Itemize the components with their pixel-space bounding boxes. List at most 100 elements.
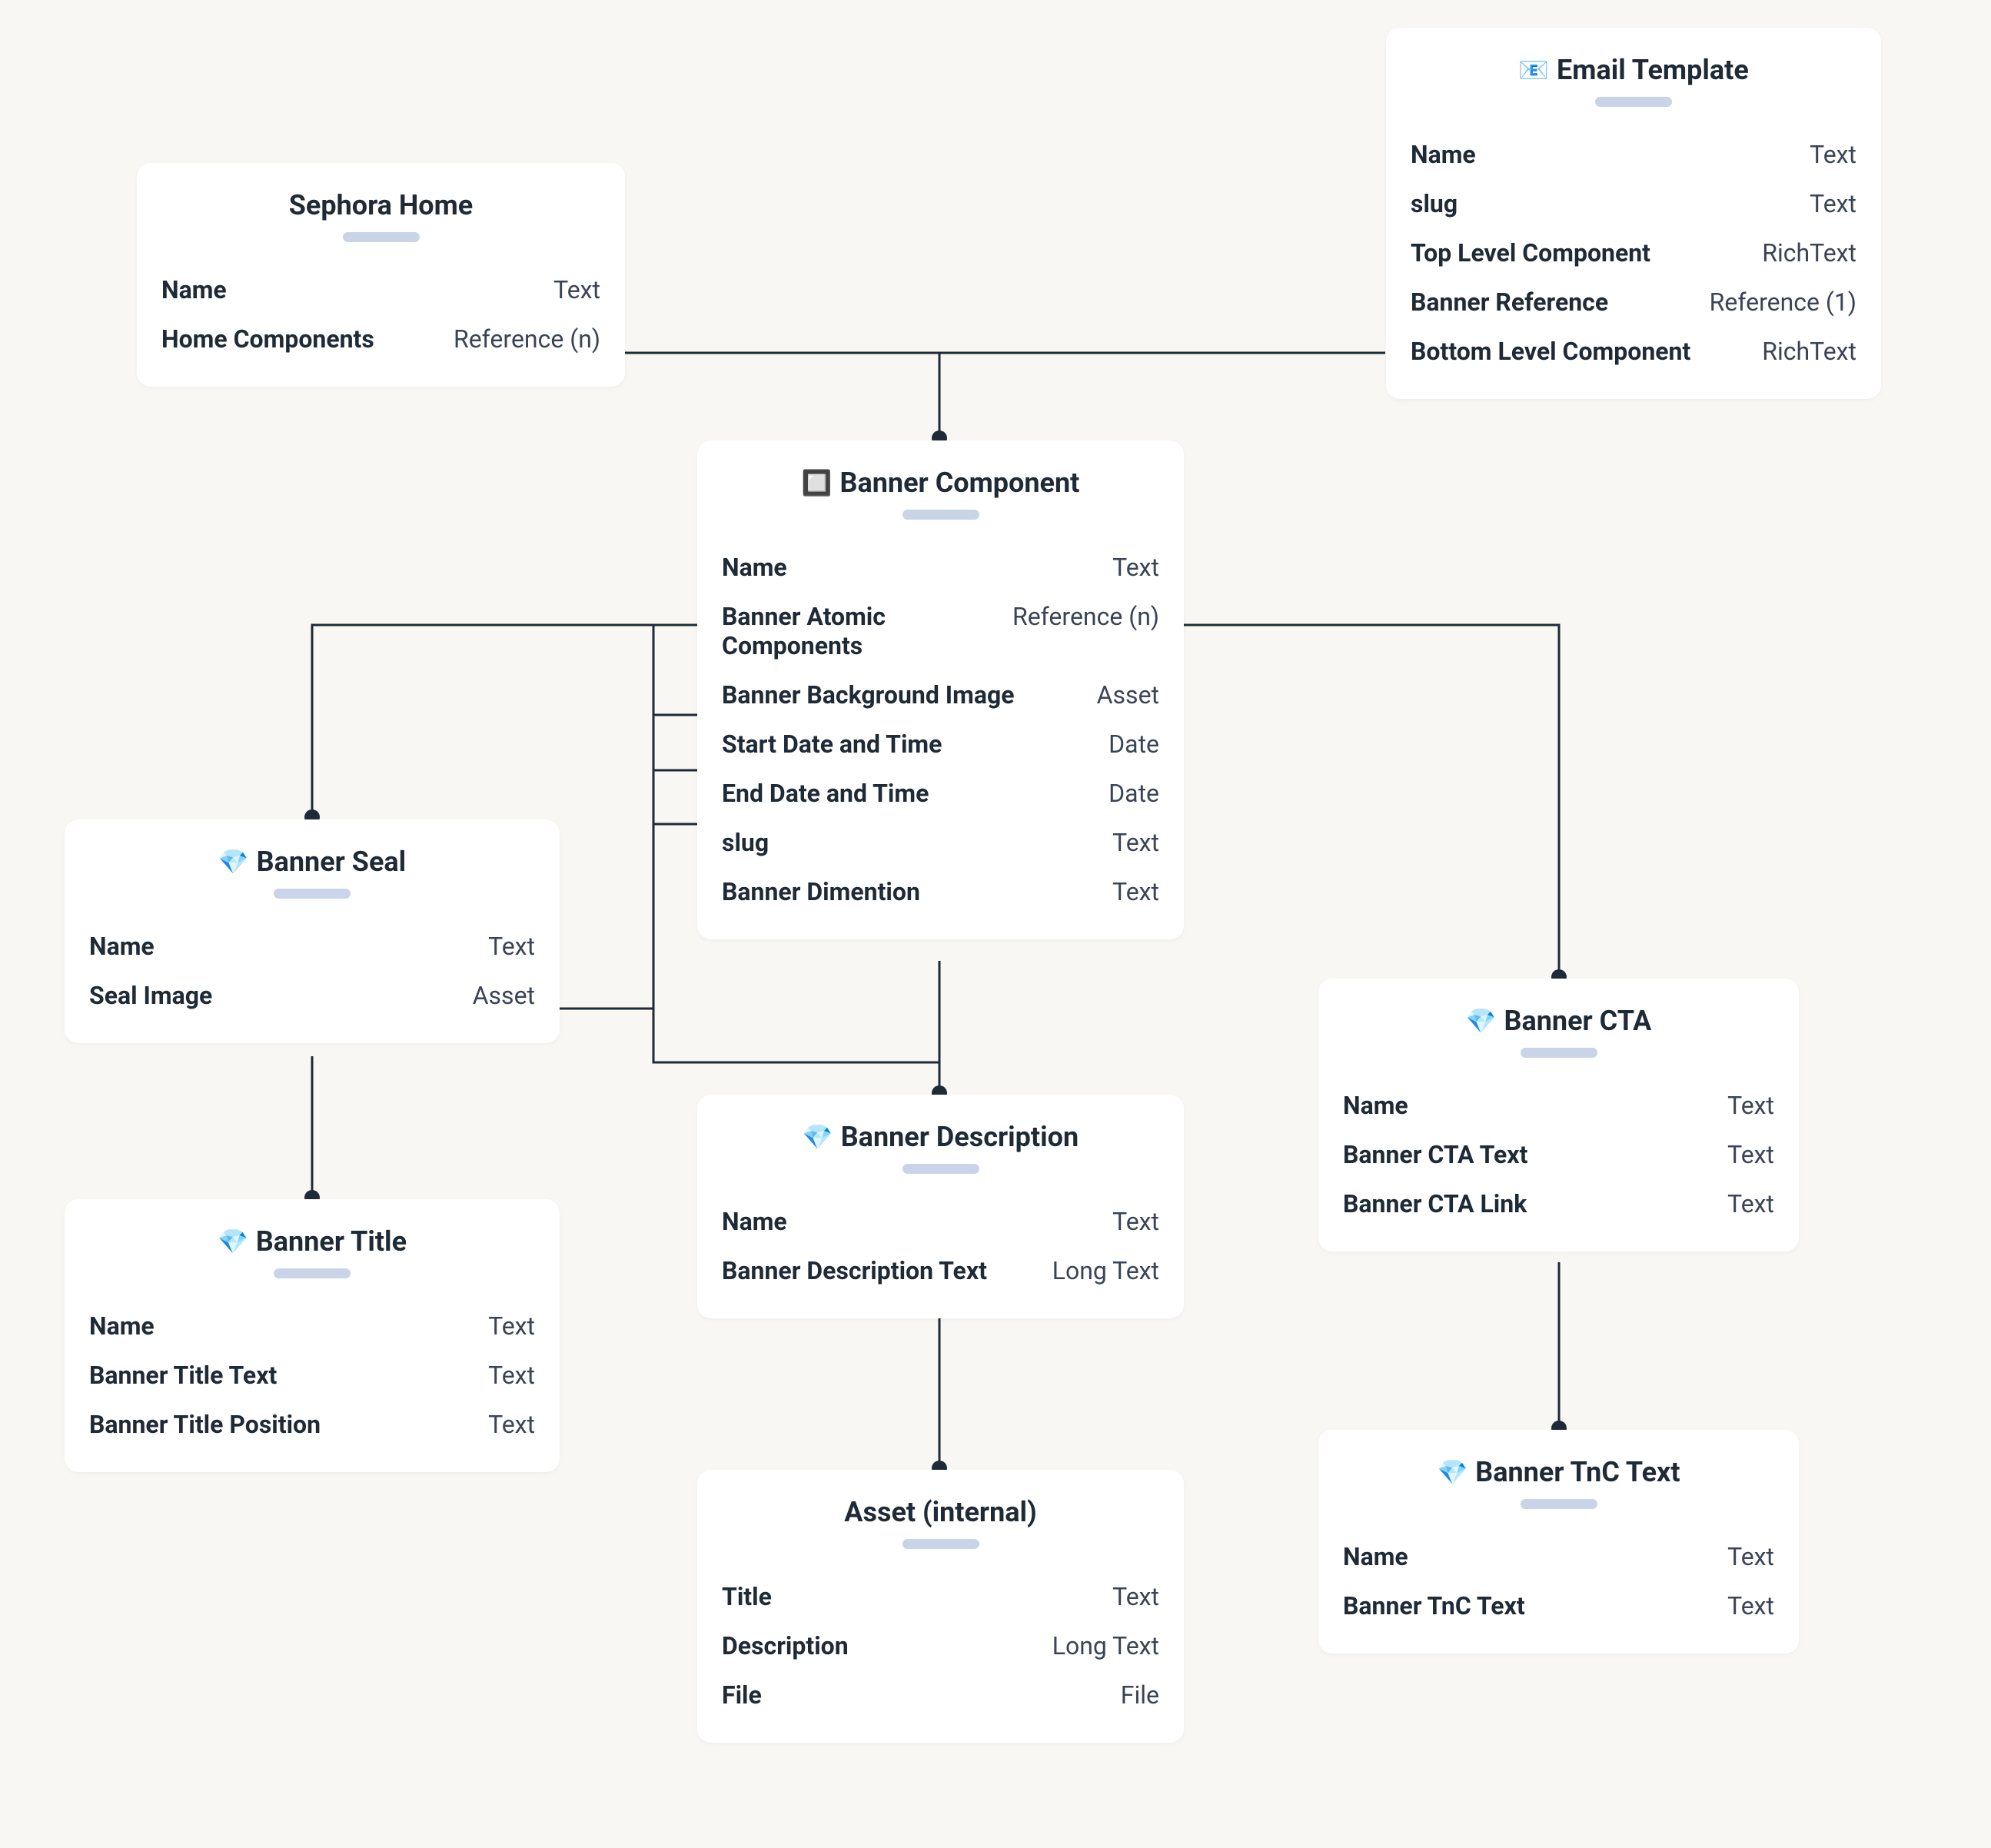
field-row[interactable]: Top Level ComponentRichText xyxy=(1411,228,1856,278)
node-title-text: Banner Component xyxy=(840,467,1080,499)
node-title: Asset (internal) xyxy=(722,1496,1159,1528)
field-type: Long Text xyxy=(1052,1256,1159,1285)
node-title: 💎 Banner Description xyxy=(722,1121,1159,1153)
field-row[interactable]: End Date and Time Date xyxy=(722,769,1159,818)
field-type: Text xyxy=(1112,553,1159,582)
field-name: Banner Description Text xyxy=(722,1256,987,1285)
field-row[interactable]: Banner CTA LinkText xyxy=(1343,1179,1774,1228)
diamond-icon: 💎 xyxy=(218,1229,248,1254)
field-list: TitleText Description Long Text File File xyxy=(722,1572,1159,1720)
field-row[interactable]: Banner Description Text Long Text xyxy=(722,1246,1159,1295)
field-row[interactable]: NameText xyxy=(1343,1532,1774,1581)
node-banner-component[interactable]: 🔲 Banner Component Name Text Banner Atomic… xyxy=(697,440,1184,939)
field-name: Banner CTA Link xyxy=(1343,1189,1527,1218)
node-banner-cta[interactable]: 💎 Banner CTA NameText Banner CTA Text Text… xyxy=(1318,979,1799,1251)
field-row[interactable]: Banner TnC TextText xyxy=(1343,1581,1774,1630)
diamond-icon: 💎 xyxy=(1466,1009,1497,1033)
field-row[interactable]: Name Text xyxy=(161,265,600,314)
field-row[interactable]: NameText xyxy=(89,922,535,971)
field-list: NameTextBanner TnC TextText xyxy=(1343,1532,1774,1630)
drag-handle[interactable] xyxy=(1521,1499,1597,1509)
field-name: Name xyxy=(722,553,787,582)
field-name: Name xyxy=(89,932,155,961)
field-name: Description xyxy=(722,1631,849,1660)
field-type: Text xyxy=(488,1311,535,1341)
node-banner-title[interactable]: 💎 Banner Title NameTextBanner Title Text… xyxy=(65,1199,560,1472)
field-type: Text xyxy=(553,275,600,304)
drag-handle[interactable] xyxy=(1595,97,1672,107)
field-row[interactable]: Banner Atomic ComponentsReference (n) xyxy=(722,592,1159,670)
drag-handle[interactable] xyxy=(902,510,979,520)
field-row[interactable]: NameText xyxy=(1411,130,1856,179)
field-type: RichText xyxy=(1762,337,1856,366)
node-title: Sephora Home xyxy=(161,189,600,221)
node-asset-internal[interactable]: Asset (internal) TitleText Description Lon… xyxy=(697,1470,1184,1743)
field-type: Text xyxy=(1727,1140,1774,1169)
node-banner-seal[interactable]: 💎 Banner Seal NameTextSeal ImageAsset xyxy=(65,819,560,1043)
drag-handle[interactable] xyxy=(1521,1048,1597,1058)
node-banner-description[interactable]: 💎 Banner Description NameTextBanner Desc… xyxy=(697,1095,1184,1318)
field-row[interactable]: Description Long Text xyxy=(722,1621,1159,1670)
field-row[interactable]: NameText xyxy=(1343,1081,1774,1130)
drag-handle[interactable] xyxy=(902,1539,979,1549)
field-list: NameText Banner CTA Text Text Banner CTA Li… xyxy=(1343,1081,1774,1228)
field-row[interactable]: Banner Title PositionText xyxy=(89,1400,535,1449)
field-name: Name xyxy=(1411,140,1476,169)
drag-handle[interactable] xyxy=(274,889,351,899)
field-list: NameTextslugTextTop Level ComponentRichT… xyxy=(1411,130,1856,376)
field-type: Text xyxy=(1810,189,1856,218)
field-row[interactable]: Seal ImageAsset xyxy=(89,971,535,1020)
node-title-text: Banner Title xyxy=(256,1225,407,1258)
node-title-text: Banner Description xyxy=(841,1121,1079,1153)
node-title-text: Banner CTA xyxy=(1504,1005,1652,1037)
field-type: Text xyxy=(1112,1207,1159,1236)
field-row[interactable]: Banner DimentionText xyxy=(722,867,1159,916)
field-name: Banner CTA Text xyxy=(1343,1140,1527,1169)
field-row[interactable]: slugText xyxy=(722,818,1159,867)
field-row[interactable]: Start Date and TimeDate xyxy=(722,720,1159,769)
field-type: Text xyxy=(1727,1091,1774,1120)
field-name: Banner TnC Text xyxy=(1343,1591,1525,1620)
node-title: 💎 Banner TnC Text xyxy=(1343,1456,1774,1488)
field-name: Banner Reference xyxy=(1411,288,1608,317)
node-sephora-home[interactable]: Sephora Home Name Text Home ComponentsRefe… xyxy=(137,163,625,387)
field-type: Date xyxy=(1109,779,1159,808)
field-type: Text xyxy=(488,1410,535,1439)
node-title: 💎 Banner Title xyxy=(89,1225,535,1258)
field-name: File xyxy=(722,1680,762,1710)
node-title: 📧 Email Template xyxy=(1411,54,1856,86)
field-row[interactable]: Banner ReferenceReference (1) xyxy=(1411,278,1856,327)
node-banner-tnc[interactable]: 💎 Banner TnC Text NameTextBanner TnC Tex… xyxy=(1318,1430,1799,1654)
field-type: Long Text xyxy=(1052,1631,1159,1660)
field-row[interactable]: TitleText xyxy=(722,1572,1159,1621)
field-row[interactable]: slugText xyxy=(1411,179,1856,228)
field-type: File xyxy=(1121,1680,1159,1710)
field-row[interactable]: Name Text xyxy=(722,543,1159,592)
field-row[interactable]: Banner CTA Text Text xyxy=(1343,1130,1774,1179)
field-name: Title xyxy=(722,1582,772,1611)
drag-handle[interactable] xyxy=(343,232,420,242)
field-row[interactable]: NameText xyxy=(89,1301,535,1351)
field-name: Bottom Level Component xyxy=(1411,337,1690,366)
node-email-template[interactable]: 📧 Email Template NameTextslugTextTop Lev… xyxy=(1386,28,1881,399)
field-row[interactable]: File File xyxy=(722,1670,1159,1720)
diamond-icon: 💎 xyxy=(218,849,249,874)
field-name: Name xyxy=(161,275,227,304)
field-name: Banner Background Image xyxy=(722,680,1015,710)
node-title-text: Banner Seal xyxy=(257,846,407,878)
field-row[interactable]: Banner Background ImageAsset xyxy=(722,670,1159,720)
field-row[interactable]: Home ComponentsReference (n) xyxy=(161,314,600,364)
field-type: RichText xyxy=(1762,238,1856,268)
field-row[interactable]: Banner Title TextText xyxy=(89,1351,535,1400)
node-title: 💎 Banner CTA xyxy=(1343,1005,1774,1037)
drag-handle[interactable] xyxy=(274,1268,351,1278)
field-name: Home Components xyxy=(161,324,374,354)
field-row[interactable]: Bottom Level Component RichText xyxy=(1411,327,1856,376)
node-title-text: Asset (internal) xyxy=(844,1496,1036,1528)
drag-handle[interactable] xyxy=(902,1164,979,1174)
field-list: Name Text Home ComponentsReference (n) xyxy=(161,265,600,364)
field-name: Banner Dimention xyxy=(722,877,920,906)
field-row[interactable]: NameText xyxy=(722,1197,1159,1246)
grid-icon: 🔲 xyxy=(802,470,833,495)
field-name: End Date and Time xyxy=(722,779,929,808)
